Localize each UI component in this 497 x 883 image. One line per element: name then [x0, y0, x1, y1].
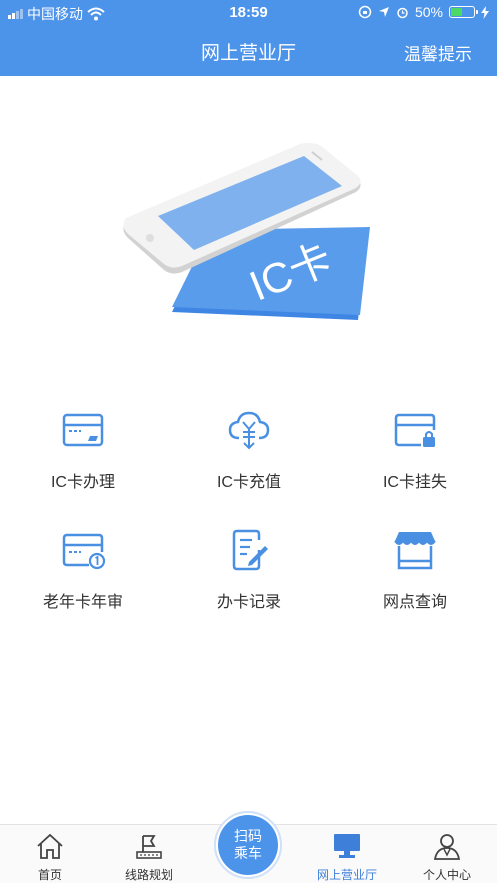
service-label: 老年卡年审 [42, 594, 123, 611]
card-icon [62, 413, 104, 447]
app-header: 中国移动 18:59 50% 网上营业厅 温馨提示 [0, 0, 497, 76]
phone-ic-card-illustration: IC卡 [123, 142, 370, 320]
status-bar: 中国移动 18:59 50% [0, 0, 497, 26]
tab-home[interactable]: 首页 [0, 825, 100, 883]
tab-label: 线路规划 [124, 868, 173, 882]
store-icon [394, 532, 436, 570]
scan-label-line2: 乘车 [234, 845, 262, 861]
person-icon [433, 834, 461, 860]
service-ic-card-recharge[interactable]: IC卡充值 [166, 408, 332, 518]
service-outlet-search[interactable]: 网点查询 [332, 528, 497, 638]
service-label: 办卡记录 [216, 594, 281, 611]
service-ic-card-report-loss[interactable]: IC卡挂失 [332, 408, 497, 518]
service-ic-card-apply[interactable]: IC卡办理 [0, 408, 166, 518]
tips-button[interactable]: 温馨提示 [404, 40, 472, 65]
service-label: IC卡充值 [216, 474, 281, 491]
battery-percent: 50% [414, 4, 443, 20]
tab-label: 个人中心 [422, 868, 471, 882]
cloud-yen-icon [228, 411, 270, 450]
service-label: IC卡办理 [50, 474, 115, 491]
alarm-icon [397, 7, 408, 18]
charging-icon [481, 5, 489, 19]
battery-icon [449, 6, 478, 18]
service-senior-card-review[interactable]: 老年卡年审 [0, 528, 166, 638]
scan-button-face: 扫码 乘车 [218, 815, 278, 875]
rotation-lock-icon [358, 5, 372, 19]
service-label: IC卡挂失 [382, 474, 447, 491]
tab-label: 首页 [37, 868, 62, 882]
service-card-records[interactable]: 办卡记录 [166, 528, 332, 638]
document-edit-icon [232, 529, 268, 571]
scan-label-line1: 扫码 [234, 828, 262, 844]
tab-route-planning[interactable]: 线路规划 [99, 825, 199, 883]
tab-label: 网上营业厅 [316, 868, 377, 882]
card-lock-icon [394, 413, 436, 447]
tab-online-hall[interactable]: 网上营业厅 [297, 825, 397, 883]
card-clock-icon [62, 533, 106, 570]
scan-to-ride-button[interactable]: 扫码 乘车 [214, 811, 282, 879]
service-label: 网点查询 [382, 594, 447, 611]
location-icon [378, 7, 389, 17]
home-icon [37, 833, 63, 859]
flag-icon [136, 835, 162, 859]
tab-personal-center[interactable]: 个人中心 [397, 825, 497, 883]
monitor-icon [334, 834, 360, 858]
